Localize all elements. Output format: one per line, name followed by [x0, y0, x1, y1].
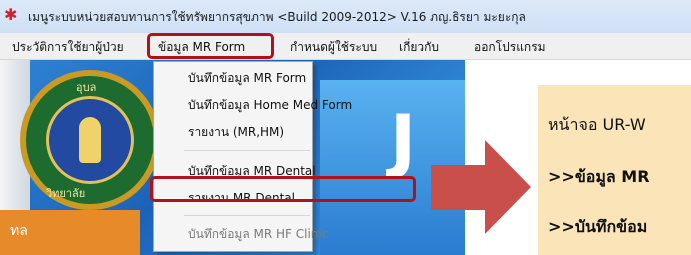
menu-patient-drug-history[interactable]: ประวัติการใช้ยาผู้ป่วย [12, 38, 124, 57]
menu-bar: ประวัติการใช้ยาผู้ป่วย ข้อมูล MR Form กำ… [0, 33, 691, 60]
dropdown-item-record-mr-hf-clinic: บันทึกข้อมูล MR HF Clinic [188, 227, 329, 241]
menu-highlight-box [147, 33, 274, 59]
seal-center [46, 96, 134, 184]
menu-user-settings[interactable]: กำหนดผู้ใช้ระบบ [290, 38, 377, 57]
dropdown-separator [184, 150, 310, 151]
logo-band: ทล [0, 210, 140, 255]
university-seal: อุบล วิทยาลัย [20, 70, 160, 210]
title-bar: ✱ เมนูระบบหน่วยสอบทานการใช้ทรัพยากรสุขภา… [0, 0, 691, 33]
callout-line-3: >>บันทึกข้อม [548, 217, 648, 236]
callout-box: หน้าจอ UR-W >>ข้อมูล MR >>บันทึกข้อม [538, 85, 691, 255]
menu-about[interactable]: เกี่ยวกับ [399, 38, 439, 57]
mr-form-dropdown-menu: บันทึกข้อมูล MR Form บันทึกข้อมูล Home M… [153, 61, 352, 252]
dropdown-item-record-mr-form[interactable]: บันทึกข้อมูล MR Form [188, 69, 306, 88]
dropdown-highlight-box [150, 176, 416, 202]
dropdown-separator [184, 215, 310, 216]
seal-emblem-icon [79, 117, 101, 163]
dropdown-item-report-mr-hm[interactable]: รายงาน (MR,HM) [188, 123, 284, 142]
pointer-arrow-body [431, 165, 485, 210]
dropdown-item-record-home-med-form[interactable]: บันทึกข้อมูล Home Med Form [188, 96, 352, 115]
seal-text-bottom: วิทยาลัย [46, 187, 86, 200]
menu-exit-program[interactable]: ออกโปรแกรม [474, 38, 546, 57]
callout-line-2: >>ข้อมูล MR [548, 167, 650, 186]
logo-big-letter: J [390, 100, 417, 182]
logo-band-text: ทล [10, 223, 28, 239]
pointer-arrow-icon [485, 140, 531, 234]
callout-line-1: หน้าจอ UR-W [548, 115, 646, 134]
window-title: เมนูระบบหน่วยสอบทานการใช้ทรัพยากรสุขภาพ … [28, 10, 526, 24]
app-icon: ✱ [4, 5, 18, 24]
seal-text-top: อุบล [76, 81, 97, 94]
